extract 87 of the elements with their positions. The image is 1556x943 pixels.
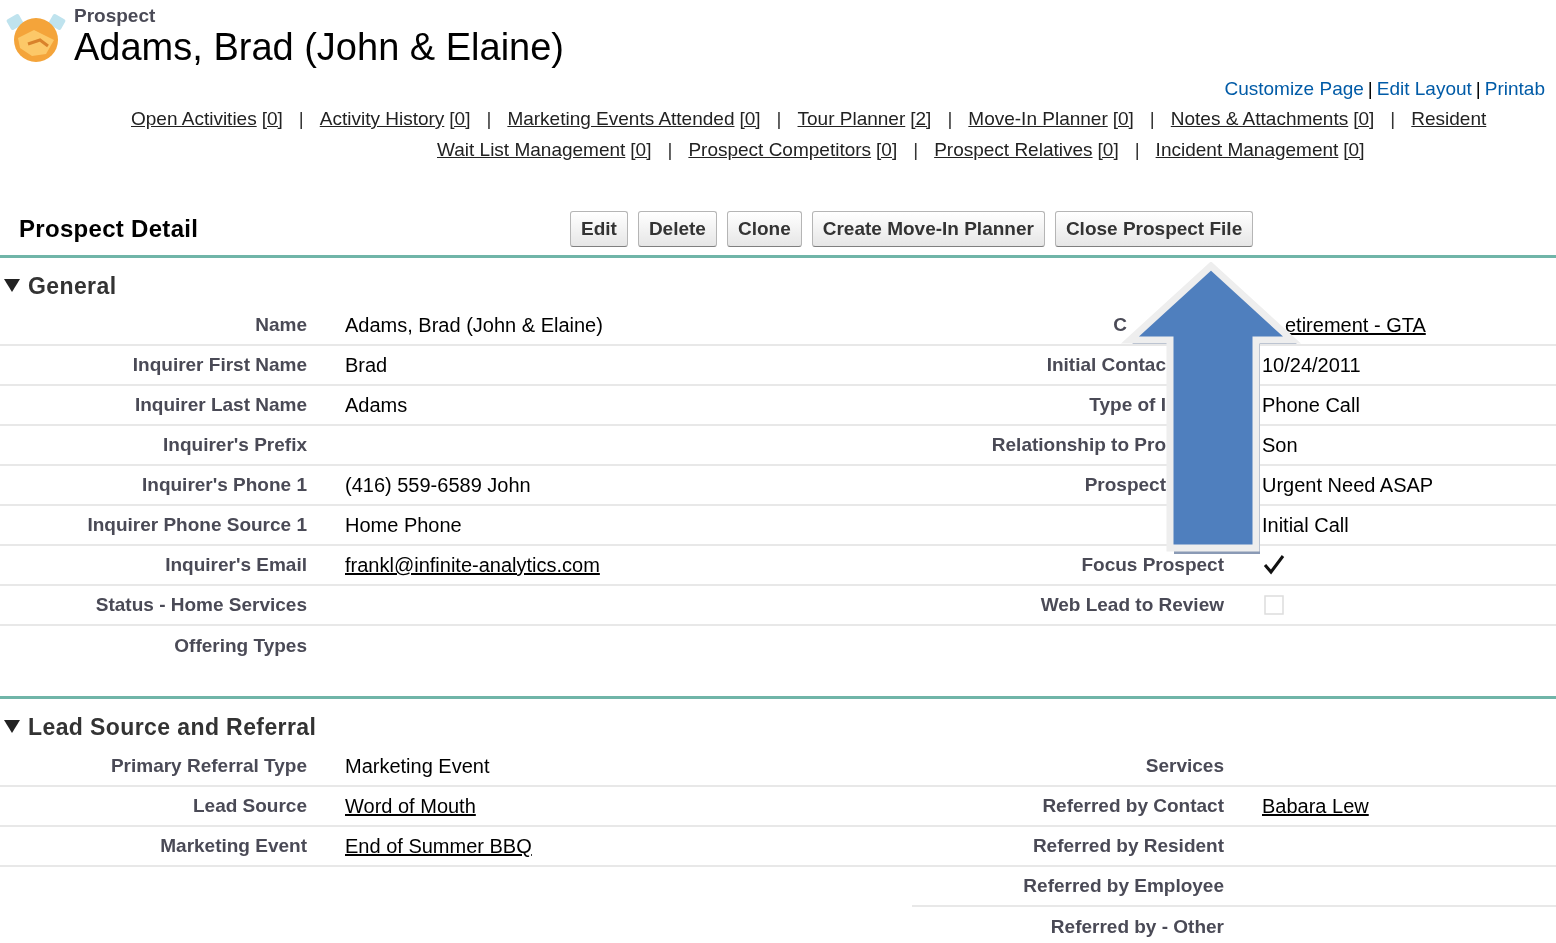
field-value: Urgent Need ASAP [1262,473,1434,498]
separator: | [1474,77,1482,101]
field-label: Referred by Contact [1042,793,1224,818]
field-value: Son [1262,433,1298,458]
record-count: [0] [261,107,283,131]
record-link[interactable]: End of Summer BBQ [345,831,532,861]
field-label: Web Lead to Review [1040,592,1224,617]
record-count: [0] [630,138,652,162]
record-count: [0] [1353,107,1375,131]
separator: | [298,107,304,131]
record-link[interactable]: Word of Mouth [345,791,476,821]
field-label: Inquirer's Email [165,552,307,577]
separator: | [1366,77,1374,101]
detail-title: Prospect Detail [18,214,200,244]
related-list-link[interactable]: Move-In Planner [968,105,1108,136]
separator: | [913,138,919,162]
field-label: Primary Referral Type [110,753,307,778]
collapse-triangle-icon[interactable] [4,720,20,734]
record-count: [0] [1097,138,1119,162]
field-label: Referred by - Other [1050,914,1224,939]
field-label: Prospect [1084,472,1166,497]
record-link[interactable]: frankl@infinite-analytics.com [345,550,600,580]
action-button[interactable]: Edit [570,210,628,248]
separator: | [1134,138,1140,162]
separator: | [947,107,953,131]
field-value: Home Phone [345,513,462,538]
related-list-link[interactable]: Prospect Relatives [934,136,1093,167]
collapse-triangle-icon[interactable] [4,279,20,293]
separator: | [486,107,492,131]
field-label: Status - Home Services [95,592,307,617]
field-label: Offering Types [174,633,307,658]
field-label: Inquirer Last Name [134,392,307,417]
object-type-label: Prospect [74,6,157,25]
page-link[interactable]: Printab [1484,75,1545,105]
field-label: Type of I [1089,392,1166,417]
record-link[interactable]: Babara Lew [1262,791,1369,821]
field-value: (416) 559-6589 John [345,473,531,498]
separator: | [1149,107,1155,131]
related-list-link[interactable]: Incident Management [1155,136,1339,167]
action-button[interactable]: Clone [726,210,802,248]
field-value: Phone Call [1262,393,1360,418]
separator: | [1390,107,1396,131]
page-link[interactable]: Customize Page [1224,75,1364,105]
field-label: Inquirer's Phone 1 [142,472,307,497]
field-value: Initial Call [1262,513,1349,538]
action-button[interactable]: Delete [637,210,717,248]
record-count: [0] [1112,107,1134,131]
field-label: Services [1145,753,1224,778]
field-label: Focus Prospect [1081,552,1224,577]
related-list-link[interactable]: Open Activities [131,105,257,136]
separator: | [667,138,673,162]
field-label: Relationship to Pro [991,432,1166,457]
record-count: [0] [739,107,761,131]
page-link[interactable]: Edit Layout [1376,75,1472,105]
field-label: C [1113,312,1127,337]
related-list-link[interactable]: Notes & Attachments [1170,105,1349,136]
action-button[interactable]: Close Prospect File [1054,210,1254,248]
record-count: [0] [449,107,471,131]
field-label: Inquirer's Prefix [163,432,307,457]
field-value: 10/24/2011 [1262,353,1361,378]
related-list-link[interactable]: Activity History [319,105,445,136]
record-count: [2] [910,107,932,131]
record-link[interactable]: etirement - GTA [1285,310,1426,340]
field-label: Referred by Resident [1032,833,1224,858]
field-label: Initial Contac [1046,352,1166,377]
separator: | [776,107,782,131]
record-count: [0] [1343,138,1365,162]
field-label: Lead Source [192,793,307,818]
field-label: Name [255,312,307,337]
field-label: Inquirer Phone Source 1 [87,512,307,537]
field-label: Referred by Employee [1023,873,1224,898]
field-value: Brad [345,353,388,378]
field-label: Inquirer First Name [132,352,307,377]
related-list-link[interactable]: Tour Planner [797,105,906,136]
record-title: Adams, Brad (John & Elaine) [74,27,564,69]
related-list-link[interactable]: Prospect Competitors [688,136,872,167]
related-list-link[interactable]: Wait List Management [437,136,626,167]
related-list-link[interactable]: Marketing Events Attended [507,105,735,136]
related-list-link[interactable]: Resident [1411,105,1487,136]
action-button[interactable]: Create Move-In Planner [811,210,1045,248]
field-label: Marketing Event [160,833,307,858]
field-value: Marketing Event [345,754,490,779]
section-title: Lead Source and Referral [28,712,317,742]
section-title: General [28,271,117,301]
field-value: Adams, Brad (John & Elaine) [345,313,603,338]
field-value: Adams [345,393,408,418]
record-count: [0] [876,138,898,162]
